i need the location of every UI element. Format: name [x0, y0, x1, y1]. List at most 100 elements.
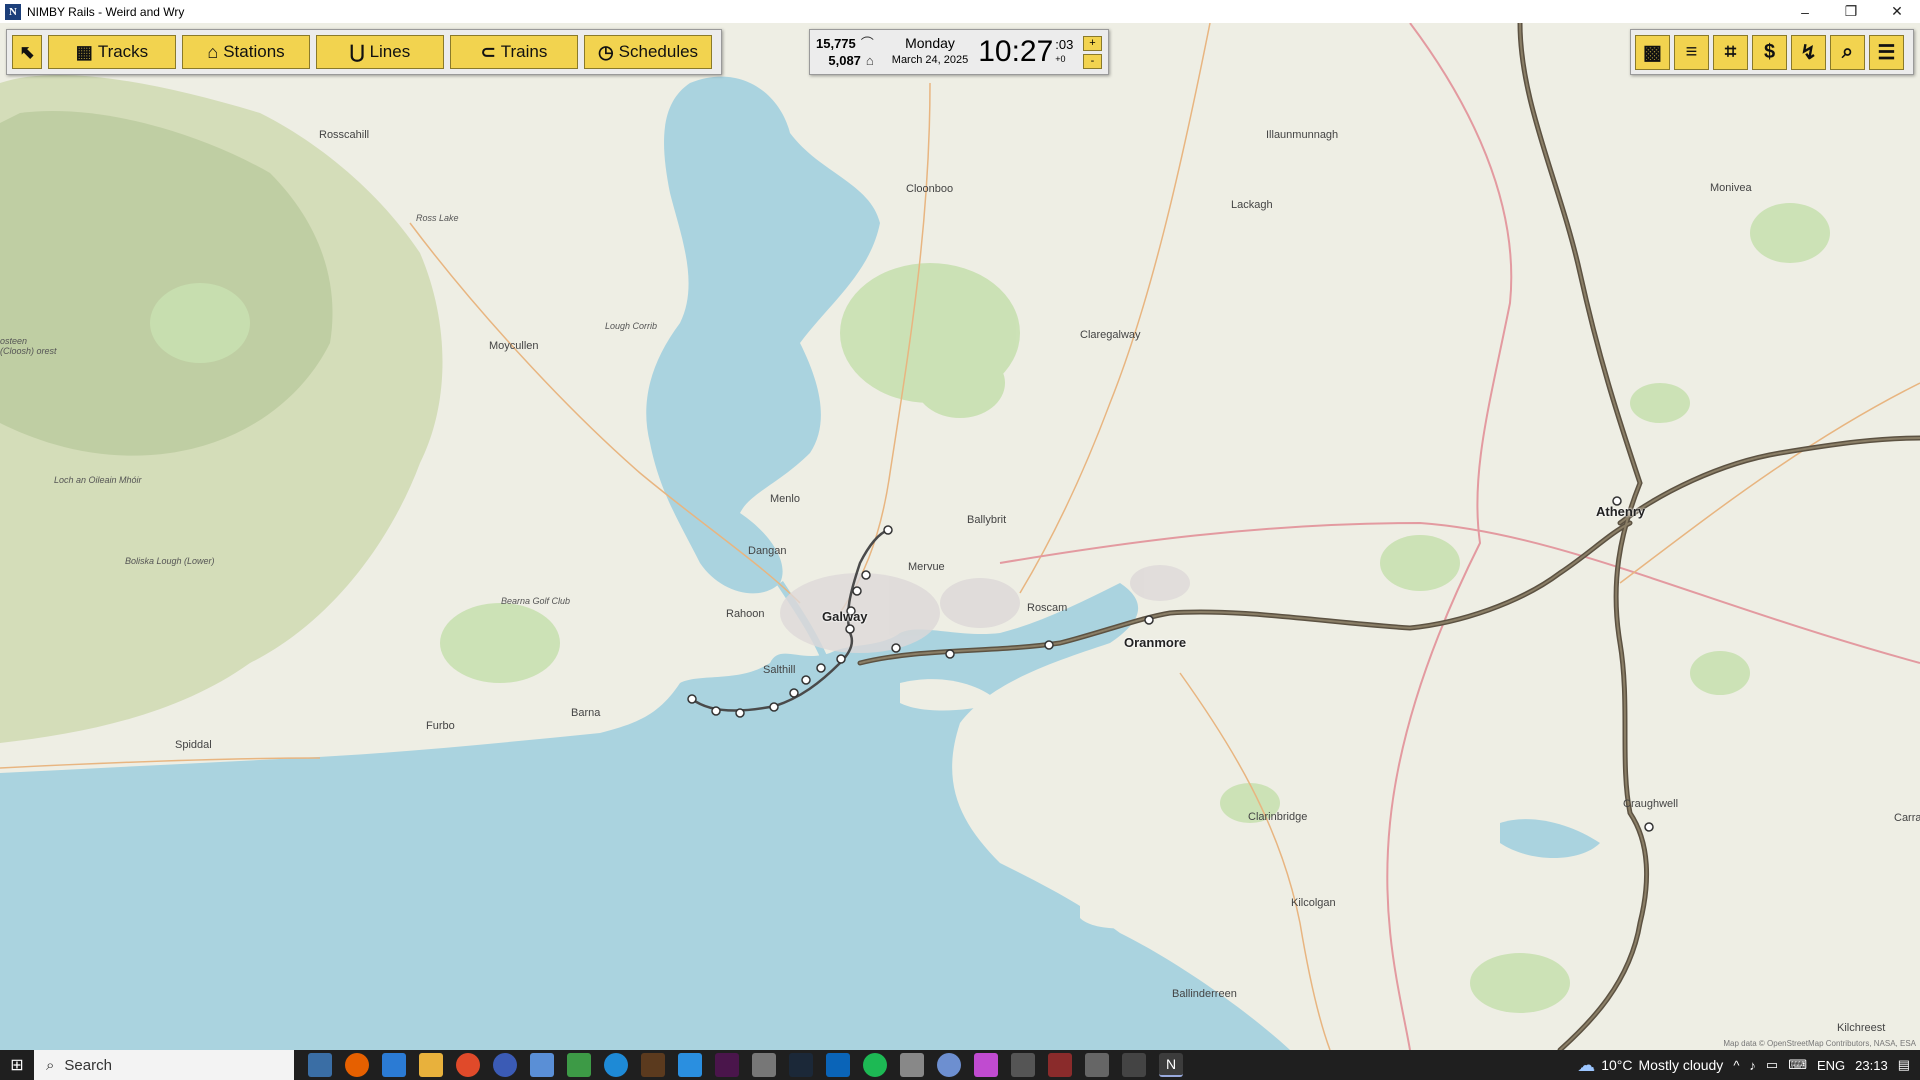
taskbar-apps: N [308, 1053, 1183, 1077]
main-menu-button[interactable]: ☰ [1869, 34, 1904, 70]
map-layers-icon: ▩ [1643, 41, 1662, 64]
volume-icon[interactable]: ♪ [1749, 1058, 1756, 1073]
s-app-icon[interactable] [493, 1053, 517, 1077]
weather-widget[interactable]: ☁ 10°C Mostly cloudy [1577, 1055, 1723, 1076]
taskbar-search[interactable]: ⌕ Search [34, 1050, 294, 1080]
place-label: Rahoon [726, 608, 765, 620]
blue-app-icon[interactable] [678, 1053, 702, 1077]
place-label: Boliska Lough (Lower) [125, 556, 215, 566]
controller-icon[interactable] [752, 1053, 776, 1077]
stations-button[interactable]: ⌂ Stations [182, 35, 310, 69]
clock-time: 10:27 [978, 35, 1054, 68]
map-layers-button[interactable]: ▩ [1635, 34, 1670, 70]
signal-button[interactable]: ↯ [1791, 34, 1826, 70]
windows-icon: ⊞ [10, 1057, 24, 1074]
finances-button[interactable]: $ [1752, 34, 1787, 70]
place-label: Loch an Oileain Mhóir [54, 475, 142, 485]
stations-count: 5,087 [828, 53, 861, 68]
lines-label: Lines [369, 42, 411, 61]
notification-icon[interactable]: ▤ [1898, 1057, 1910, 1073]
spotify-icon[interactable] [863, 1053, 887, 1077]
green-app-icon[interactable] [567, 1053, 591, 1077]
close-button[interactable]: ✕ [1874, 0, 1920, 23]
vscode-icon[interactable] [382, 1053, 406, 1077]
place-label: Lough Corrib [605, 321, 658, 331]
restore-button[interactable]: ❐ [1828, 0, 1874, 23]
settings-icon[interactable] [1011, 1053, 1035, 1077]
weekday-label: Monday [905, 35, 955, 51]
select-cursor-button[interactable]: ⬉ [12, 35, 42, 69]
taskbar-search-label: Search [64, 1056, 112, 1074]
network-icon[interactable]: ▭ [1766, 1057, 1778, 1073]
place-label: Barna [571, 707, 601, 719]
game-icon[interactable] [900, 1053, 924, 1077]
windows-taskbar: ⊞ ⌕ Search N ☁ 10°C Mostly cloudy ^ ♪ ▭ … [0, 1050, 1920, 1080]
speed-controls: + - [1083, 35, 1102, 69]
widgets-icon[interactable] [308, 1053, 332, 1077]
place-label: Dangan [748, 545, 787, 557]
place-label: Ross Lake [416, 213, 459, 223]
schedules-button[interactable]: ◷ Schedules [584, 35, 712, 69]
chevron-up-icon[interactable]: ^ [1733, 1058, 1739, 1073]
place-label: Kilchreest [1837, 1022, 1886, 1034]
passenger-icon: ⌒ [860, 36, 874, 51]
station-icon: ⌂ [865, 53, 874, 68]
map-attribution: Map data © OpenStreetMap Contributors, N… [1723, 1039, 1916, 1048]
notes-icon[interactable] [530, 1053, 554, 1077]
lines-button[interactable]: ⋃ Lines [316, 35, 444, 69]
slack-icon[interactable] [715, 1053, 739, 1077]
weather-temp: 10°C [1601, 1057, 1633, 1073]
trains-button[interactable]: ⊂ Trains [450, 35, 578, 69]
place-label: Furbo [426, 720, 455, 732]
box-icon[interactable] [1085, 1053, 1109, 1077]
tracks-button[interactable]: ▦ Tracks [48, 35, 176, 69]
outlook-icon[interactable] [826, 1053, 850, 1077]
sort-button[interactable]: ≡ [1674, 34, 1709, 70]
nimby-icon[interactable]: N [1159, 1053, 1183, 1077]
speed-up-button[interactable]: + [1083, 35, 1102, 51]
clock-panel: 15,775 ⌒ 5,087 ⌂ Monday March 24, 2025 1… [809, 29, 1109, 75]
clock-seconds-block: :03 +0 [1055, 37, 1073, 67]
speed-down-button[interactable]: - [1083, 53, 1102, 69]
folder-icon[interactable] [419, 1053, 443, 1077]
colorful-icon[interactable] [974, 1053, 998, 1077]
place-label: osteen (Cloosh) orest [0, 336, 57, 356]
window-titlebar: N NIMBY Rails - Weird and Wry – ❐ ✕ [0, 0, 1920, 23]
menu-icon: ☰ [1877, 41, 1896, 64]
system-tray: ☁ 10°C Mostly cloudy ^ ♪ ▭ ⌨ ENG 23:13 ▤ [1577, 1055, 1920, 1076]
stations-icon: ⌂ [207, 41, 219, 62]
nimby-app-icon: N [5, 3, 21, 20]
search-button[interactable]: ⌕ [1830, 34, 1865, 70]
mode-toolbar: ⬉ ▦ Tracks ⌂ Stations ⋃ Lines ⊂ Trains ◷… [6, 29, 722, 75]
minecraft-icon[interactable] [641, 1053, 665, 1077]
place-label: Cloonboo [906, 183, 954, 195]
fire-icon[interactable] [456, 1053, 480, 1077]
map-svg [0, 23, 1920, 1050]
firefox-icon[interactable] [345, 1053, 369, 1077]
place-label: Illaunmunnagh [1266, 129, 1339, 141]
minimize-button[interactable]: – [1782, 0, 1828, 23]
place-label: Claregalway [1080, 329, 1141, 341]
place-label: Moycullen [489, 340, 539, 352]
place-label: Clarinbridge [1248, 811, 1308, 823]
language-indicator[interactable]: ENG [1817, 1058, 1845, 1073]
steam-icon[interactable] [789, 1053, 813, 1077]
start-button[interactable]: ⊞ [0, 1050, 34, 1080]
place-label: Craughwell [1623, 798, 1679, 810]
keyboard-icon[interactable]: ⌨ [1788, 1057, 1807, 1073]
taskbar-clock[interactable]: 23:13 [1855, 1058, 1888, 1073]
tracks-icon: ▦ [75, 41, 93, 62]
x-app-icon[interactable] [1048, 1053, 1072, 1077]
place-label: Athenry [1596, 504, 1646, 519]
place-label: Spiddal [175, 739, 212, 751]
trains-icon: ⊂ [480, 41, 496, 62]
chat-icon[interactable] [937, 1053, 961, 1077]
tag-button[interactable]: ⌗ [1713, 34, 1748, 70]
edge-icon[interactable] [604, 1053, 628, 1077]
map-canvas[interactable]: Rosscahill Cloonboo Illaunmunnagh Lackag… [0, 23, 1920, 1050]
usb-icon[interactable] [1122, 1053, 1146, 1077]
place-label: Salthill [763, 664, 796, 676]
date-block: Monday March 24, 2025 [892, 35, 968, 69]
place-label: Roscam [1027, 602, 1068, 614]
place-label: Oranmore [1124, 635, 1187, 650]
